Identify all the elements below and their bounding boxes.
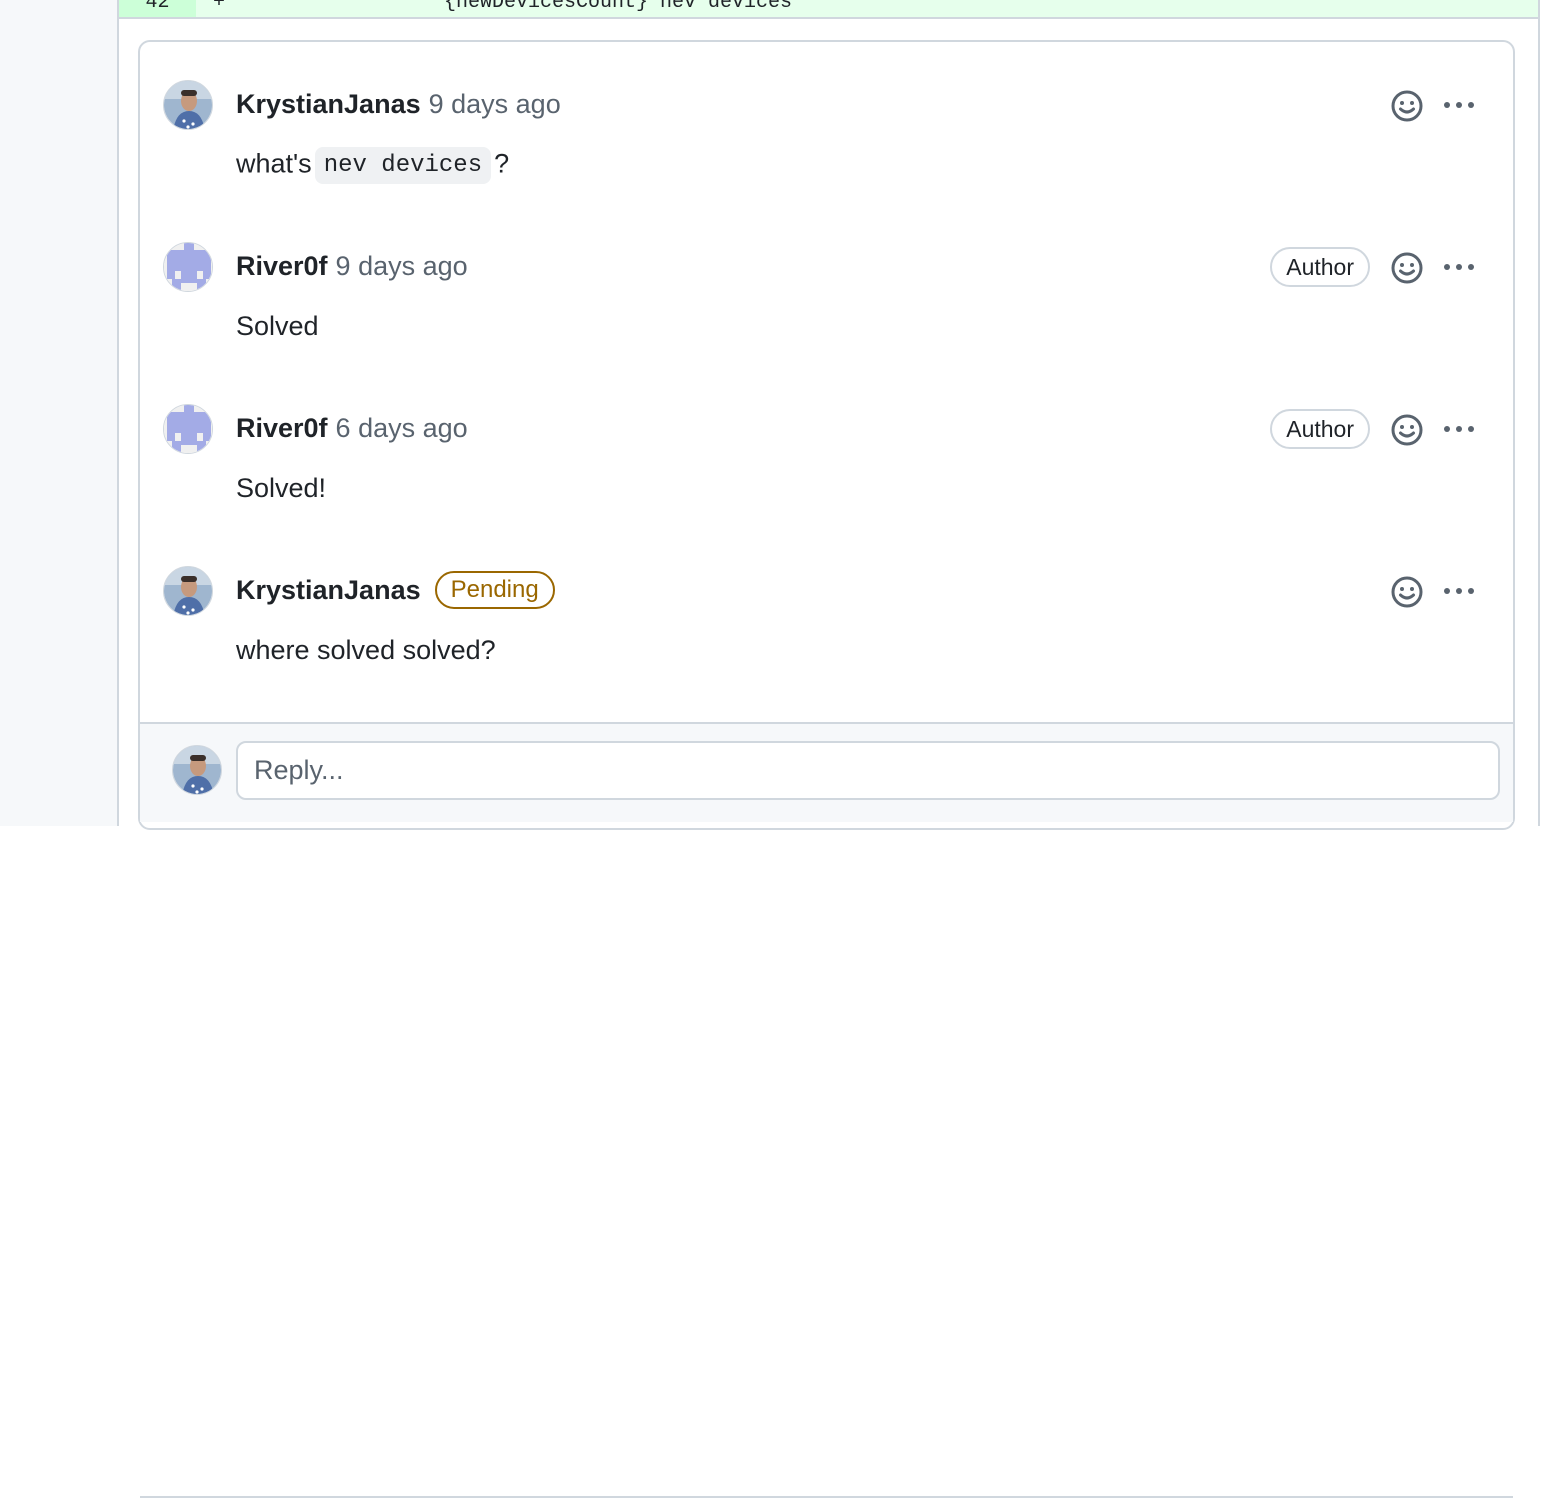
avatar-river0f[interactable] bbox=[163, 242, 213, 292]
smiley-icon bbox=[1391, 414, 1423, 446]
reply-bar bbox=[140, 722, 1513, 1498]
avatar-krystianjanas[interactable] bbox=[163, 80, 213, 130]
comment-text-suffix: ? bbox=[494, 148, 510, 179]
comment-header: River0f 6 days ago bbox=[236, 403, 468, 453]
author-name[interactable]: River0f bbox=[236, 251, 328, 282]
diff-added-marker: + bbox=[213, 0, 226, 14]
timestamp[interactable]: 9 days ago bbox=[336, 251, 468, 282]
timestamp[interactable]: 6 days ago bbox=[336, 413, 468, 444]
comment-body: Solved bbox=[236, 311, 319, 341]
reply-input[interactable] bbox=[236, 741, 1500, 800]
author-name[interactable]: KrystianJanas bbox=[236, 575, 421, 606]
comment-header: KrystianJanas Pending bbox=[236, 565, 555, 615]
right-border bbox=[1538, 0, 1540, 826]
inline-code: nev devices bbox=[314, 147, 492, 184]
more-options-button[interactable] bbox=[1441, 253, 1477, 281]
comment-item: River0f 6 days ago Author Solved! bbox=[140, 403, 1513, 543]
author-name[interactable]: River0f bbox=[236, 413, 328, 444]
add-reaction-button[interactable] bbox=[1389, 250, 1425, 286]
comment-body: where solved solved? bbox=[236, 635, 496, 665]
current-user-avatar[interactable] bbox=[172, 745, 222, 795]
diff-code: {newDevicesCount} nev devices bbox=[444, 0, 793, 14]
comment-header: River0f 9 days ago bbox=[236, 241, 468, 291]
comment-header: KrystianJanas 9 days ago bbox=[236, 79, 561, 129]
avatar-river0f[interactable] bbox=[163, 404, 213, 454]
more-options-button[interactable] bbox=[1441, 577, 1477, 605]
comment-text: what's bbox=[236, 148, 312, 179]
more-options-button[interactable] bbox=[1441, 415, 1477, 443]
diff-line-number[interactable]: 42 bbox=[119, 0, 196, 17]
add-reaction-button[interactable] bbox=[1389, 88, 1425, 124]
comment-body: Solved! bbox=[236, 473, 327, 503]
kebab-horizontal-icon bbox=[1444, 102, 1474, 108]
smiley-icon bbox=[1391, 576, 1423, 608]
timestamp[interactable]: 9 days ago bbox=[429, 89, 561, 120]
comment-item: KrystianJanas 9 days ago what's nev devic… bbox=[140, 79, 1513, 219]
smiley-icon bbox=[1391, 90, 1423, 122]
author-badge: Author bbox=[1270, 409, 1370, 449]
kebab-horizontal-icon bbox=[1444, 426, 1474, 432]
more-options-button[interactable] bbox=[1441, 91, 1477, 119]
comment-body: what's nev devices? bbox=[236, 147, 509, 184]
avatar-krystianjanas[interactable] bbox=[163, 566, 213, 616]
comment-item: River0f 9 days ago Author Solved bbox=[140, 241, 1513, 381]
add-reaction-button[interactable] bbox=[1389, 574, 1425, 610]
file-tree-gutter bbox=[0, 0, 119, 826]
add-reaction-button[interactable] bbox=[1389, 412, 1425, 448]
smiley-icon bbox=[1391, 252, 1423, 284]
comment-item: KrystianJanas Pending where solved solve… bbox=[140, 565, 1513, 705]
diff-line-added: 42 + {newDevicesCount} nev devices bbox=[119, 0, 1538, 19]
pending-badge: Pending bbox=[434, 571, 555, 609]
author-name[interactable]: KrystianJanas bbox=[236, 89, 421, 120]
kebab-horizontal-icon bbox=[1444, 588, 1474, 594]
author-badge: Author bbox=[1270, 247, 1370, 287]
review-comment-thread: KrystianJanas 9 days ago what's nev devic… bbox=[138, 40, 1515, 1498]
kebab-horizontal-icon bbox=[1444, 264, 1474, 270]
